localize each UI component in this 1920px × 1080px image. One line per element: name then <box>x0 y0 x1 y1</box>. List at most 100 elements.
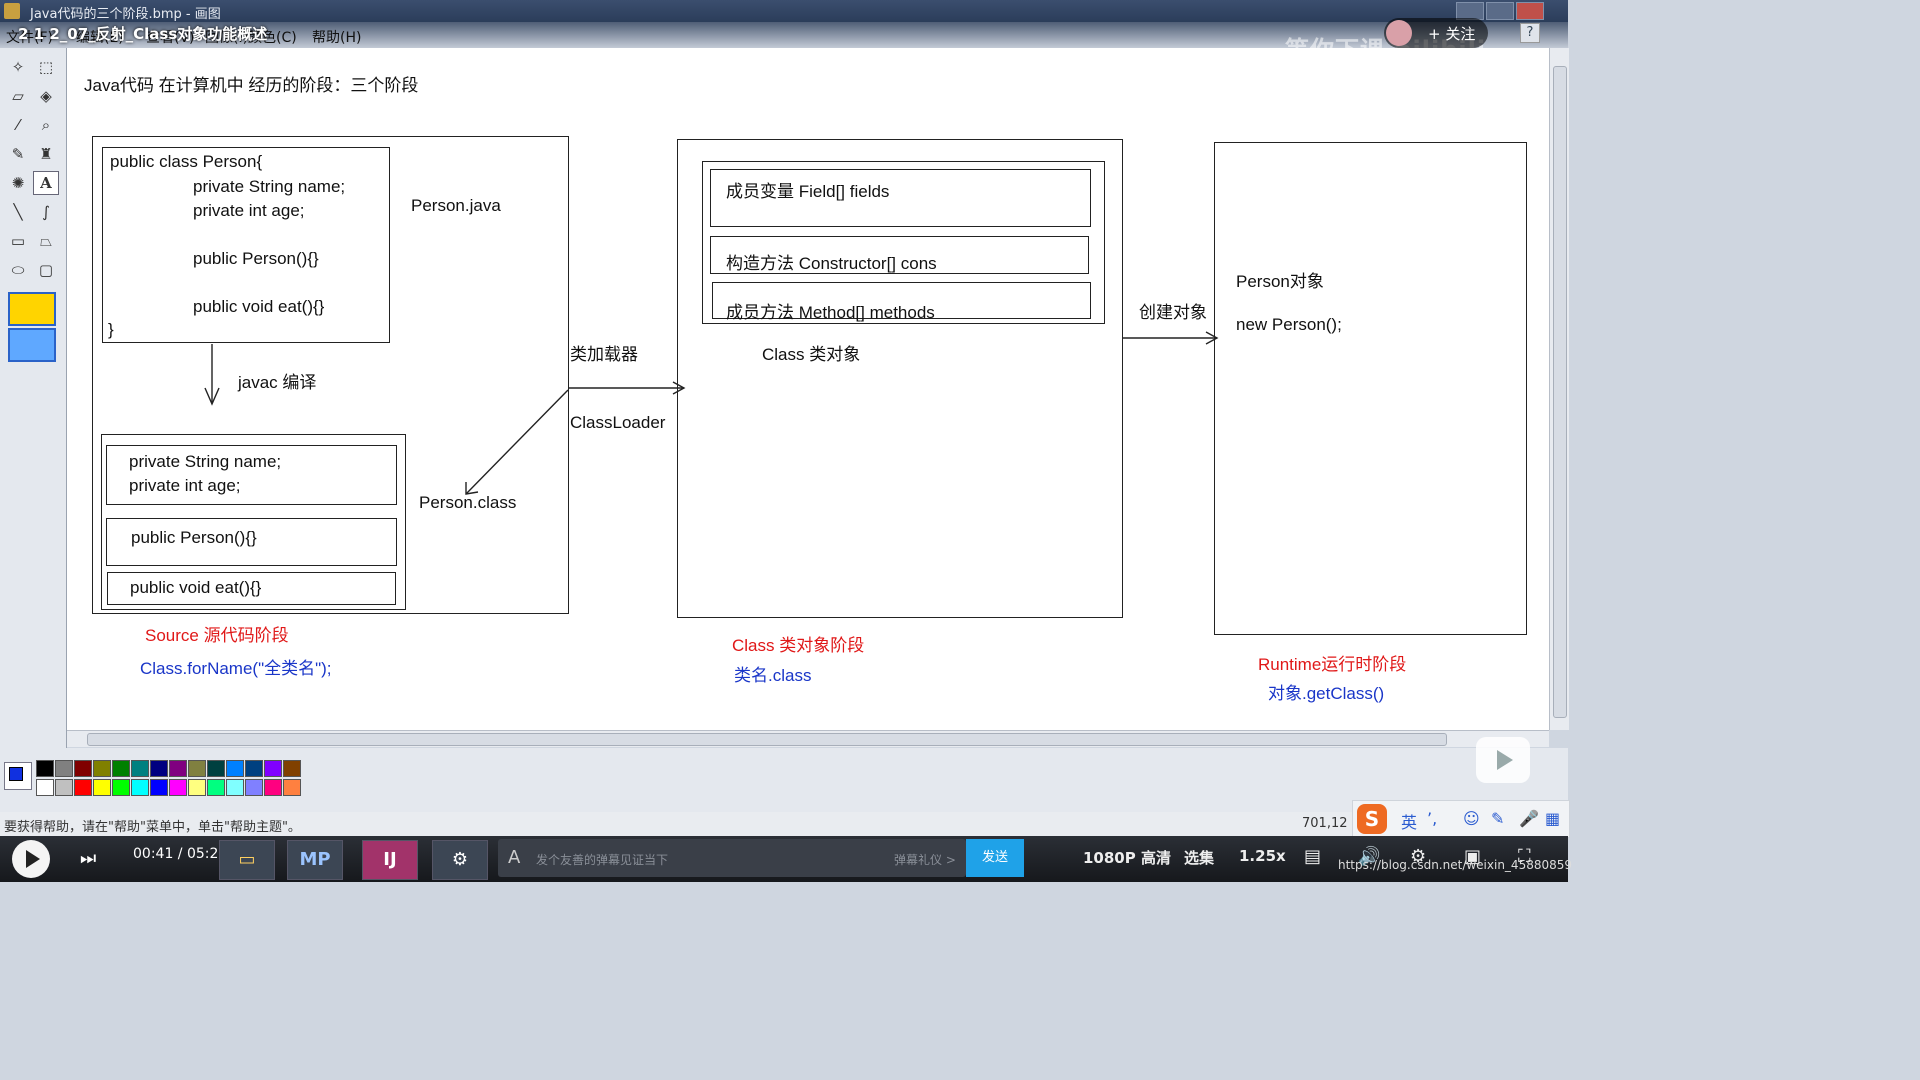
toolbox: ✧ ⬚ ▱ ◈ ⁄ ⌕ ✎ ♜ ✺ A ╲ ∫ ▭ ⏢ ⬭ ▢ <box>0 48 67 748</box>
speed-selector[interactable]: 1.25x <box>1239 847 1286 865</box>
close-button[interactable] <box>1516 2 1544 20</box>
swatch[interactable] <box>283 760 301 777</box>
ime-handwrite-icon[interactable]: ✎ <box>1491 809 1504 828</box>
swatch[interactable] <box>169 760 187 777</box>
video-play-overlay-icon[interactable] <box>1476 737 1530 783</box>
swatch[interactable] <box>264 779 282 796</box>
video-title: 2 1 2_07_反射_Class对象功能概述 <box>18 25 268 43</box>
member-method-text: 成员方法 Method[] methods <box>726 303 935 322</box>
swatch[interactable] <box>207 760 225 777</box>
swatch[interactable] <box>264 760 282 777</box>
magnifier-icon[interactable]: ⌕ <box>34 114 58 136</box>
color-palette <box>0 748 1568 812</box>
fill-icon[interactable]: ◈ <box>34 85 58 107</box>
swatch[interactable] <box>74 760 92 777</box>
cursor-coordinates: 701,12 <box>1302 816 1348 831</box>
free-select-icon[interactable]: ✧ <box>6 56 30 78</box>
color-picker-icon[interactable]: ⁄ <box>6 114 30 136</box>
rectangle-icon[interactable]: ▭ <box>6 230 30 252</box>
swatch[interactable] <box>55 779 73 796</box>
next-episode-icon[interactable]: ⏭ <box>80 848 100 869</box>
swatch[interactable] <box>131 760 149 777</box>
curve-icon[interactable]: ∫ <box>34 201 58 223</box>
horizontal-scrollbar[interactable] <box>67 730 1549 747</box>
window-title: Java代码的三个阶段.bmp - 画图 <box>30 7 221 22</box>
follow-button[interactable]: + 关注 <box>1384 18 1488 48</box>
quality-selector[interactable]: 1080P 高清 <box>1083 847 1171 868</box>
uploader-avatar[interactable] <box>1386 20 1412 46</box>
danmaku-input[interactable]: A 发个友善的弹幕见证当下 弹幕礼仪 > <box>498 839 966 877</box>
ime-emoji-icon[interactable]: ☺ <box>1463 809 1480 828</box>
brush-icon[interactable]: ♜ <box>34 143 58 165</box>
danmaku-toggle-icon[interactable]: ▤ <box>1304 846 1321 867</box>
transparent-option-icon[interactable] <box>8 328 56 362</box>
stage2-code: 类名.class <box>734 666 812 685</box>
swatch[interactable] <box>283 779 301 796</box>
opaque-option-icon[interactable] <box>8 292 56 326</box>
ime-toolbox-icon[interactable]: ▦ <box>1545 809 1560 828</box>
stage2-title: Class 类对象阶段 <box>732 636 865 655</box>
danmaku-placeholder: 发个友善的弹幕见证当下 <box>536 853 669 867</box>
play-button[interactable] <box>12 840 50 878</box>
stage3-code: 对象.getClass() <box>1268 684 1385 703</box>
swatch[interactable] <box>169 779 187 796</box>
danmaku-style-icon[interactable]: A <box>508 847 520 868</box>
airbrush-icon[interactable]: ✺ <box>6 172 30 194</box>
swatch[interactable] <box>74 779 92 796</box>
swatch[interactable] <box>93 760 111 777</box>
ime-voice-icon[interactable]: 🎤 <box>1519 809 1539 828</box>
eraser-icon[interactable]: ▱ <box>6 85 30 107</box>
swatch[interactable] <box>245 779 263 796</box>
taskbar-intellij-icon[interactable]: IJ <box>362 840 418 880</box>
text-tool-icon[interactable]: A <box>33 171 59 195</box>
line-icon[interactable]: ╲ <box>6 201 30 223</box>
ellipse-icon[interactable]: ⬭ <box>6 259 30 281</box>
swatch[interactable] <box>93 779 111 796</box>
sogou-logo-icon[interactable]: S <box>1357 804 1387 834</box>
episodes-button[interactable]: 选集 <box>1184 847 1214 868</box>
class-field-age: private int age; <box>129 476 241 495</box>
swatch[interactable] <box>36 760 54 777</box>
swatch[interactable] <box>226 760 244 777</box>
source-line-eat: public void eat(){} <box>193 297 325 316</box>
swatch[interactable] <box>150 760 168 777</box>
swatch[interactable] <box>55 760 73 777</box>
source-line-age: private int age; <box>193 201 305 220</box>
vertical-scrollbar[interactable] <box>1549 48 1569 730</box>
taskbar-mp-icon[interactable]: MP <box>287 840 343 880</box>
ime-punctuation-icon[interactable]: ’, <box>1427 809 1437 828</box>
source-line-class: public class Person{ <box>110 152 263 171</box>
swatch[interactable] <box>36 779 54 796</box>
swatch[interactable] <box>245 760 263 777</box>
swatch[interactable] <box>150 779 168 796</box>
ime-toolbar: S 英 ’, ☺ ✎ 🎤 ▦ <box>1352 800 1570 838</box>
paint-canvas[interactable]: Java代码 在计算机中 经历的阶段：三个阶段 public class Per… <box>67 48 1549 730</box>
swatch[interactable] <box>188 779 206 796</box>
pencil-icon[interactable]: ✎ <box>6 143 30 165</box>
taskbar-folder-icon[interactable]: ▭ <box>219 840 275 880</box>
diagram-heading: Java代码 在计算机中 经历的阶段：三个阶段 <box>84 76 419 95</box>
taskbar-settings-icon[interactable]: ⚙ <box>432 840 488 880</box>
horizontal-scroll-thumb[interactable] <box>87 733 1447 746</box>
ime-language[interactable]: 英 <box>1401 809 1417 833</box>
vertical-scroll-thumb[interactable] <box>1553 66 1567 718</box>
swatch[interactable] <box>188 760 206 777</box>
polygon-icon[interactable]: ⏢ <box>34 230 58 252</box>
member-field-text: 成员变量 Field[] fields <box>726 182 890 201</box>
danmaku-etiquette-link[interactable]: 弹幕礼仪 > <box>894 851 956 868</box>
rounded-rect-icon[interactable]: ▢ <box>34 259 58 281</box>
swatch[interactable] <box>112 779 130 796</box>
send-danmaku-button[interactable]: 发送 <box>966 839 1024 877</box>
source-line-name: private String name; <box>193 177 346 196</box>
menu-help[interactable]: 帮助(H) <box>312 27 361 47</box>
help-icon[interactable]: ? <box>1520 23 1540 43</box>
source-line-ctor: public Person(){} <box>193 249 319 268</box>
swatch[interactable] <box>207 779 225 796</box>
swatch[interactable] <box>131 779 149 796</box>
swatch[interactable] <box>226 779 244 796</box>
swatch[interactable] <box>112 760 130 777</box>
status-bar: 要获得帮助，请在"帮助"菜单中，单击"帮助主题"。 701,12 <box>0 812 1568 836</box>
rect-select-icon[interactable]: ⬚ <box>34 56 58 78</box>
class-loader-en: ClassLoader <box>570 413 666 432</box>
maximize-button[interactable] <box>1486 2 1514 20</box>
